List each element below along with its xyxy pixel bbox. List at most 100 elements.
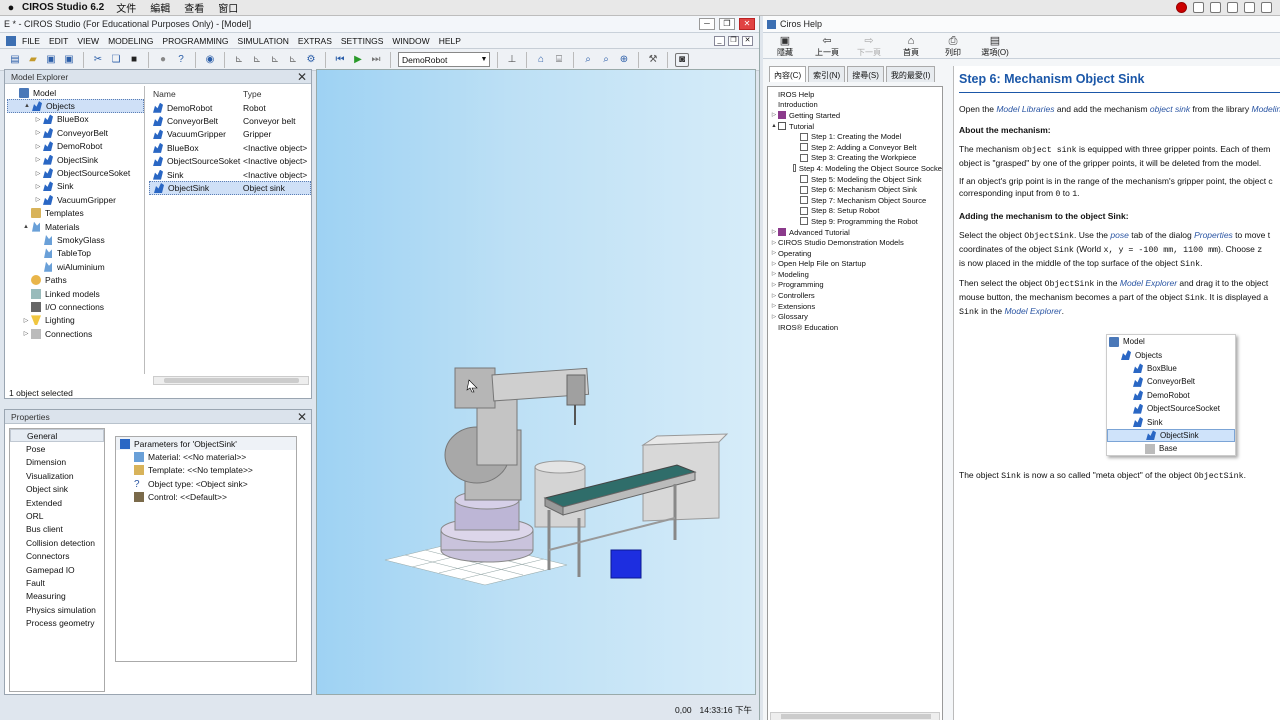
table-row[interactable]: BlueBox <Inactive object> bbox=[149, 141, 311, 154]
toc-item[interactable]: ▷ Open Help File on Startup bbox=[768, 259, 942, 270]
table-row[interactable]: VacuumGripper Gripper bbox=[149, 128, 311, 141]
toc-scrollbar[interactable] bbox=[770, 712, 940, 720]
tree-item[interactable]: Model bbox=[7, 86, 144, 99]
toc-item[interactable]: ▷ Modeling bbox=[768, 269, 942, 280]
table-row[interactable]: DemoRobot Robot bbox=[149, 101, 311, 114]
toc-item[interactable]: ▷ Controllers bbox=[768, 290, 942, 301]
property-category[interactable]: Extended bbox=[10, 496, 104, 509]
sphere-view-icon[interactable]: ◉ bbox=[203, 53, 217, 67]
toc-item[interactable]: Introduction bbox=[768, 100, 942, 111]
axis2-icon[interactable]: ⊾ bbox=[250, 53, 264, 67]
expander-icon[interactable]: ▷ bbox=[33, 183, 43, 190]
step-icon[interactable]: ⏭ bbox=[369, 53, 383, 67]
toc-item[interactable]: Step 3: Creating the Workpiece bbox=[768, 153, 942, 164]
help-toolbar-button[interactable]: ⌂ 首頁 bbox=[897, 33, 925, 58]
property-category[interactable]: Bus client bbox=[10, 523, 104, 536]
link-modeling[interactable]: Modeling bbox=[1252, 104, 1280, 114]
tree-item[interactable]: SmokyGlass bbox=[7, 233, 144, 246]
zoom-icon[interactable]: ⊕ bbox=[617, 53, 631, 67]
mdi-close-button[interactable]: ✕ bbox=[742, 35, 753, 46]
axis-icon[interactable]: ⊾ bbox=[232, 53, 246, 67]
mdi-restore-button[interactable]: ❐ bbox=[728, 35, 739, 46]
toc-item[interactable]: ▷ Operating bbox=[768, 248, 942, 259]
robot-select[interactable]: DemoRobot ▼ bbox=[398, 52, 490, 67]
mac-menu-view[interactable]: 查看 bbox=[184, 0, 204, 15]
toc-item[interactable]: Step 6: Mechanism Object Sink bbox=[768, 184, 942, 195]
property-category[interactable]: Pose bbox=[10, 442, 104, 455]
property-category[interactable]: Connectors bbox=[10, 550, 104, 563]
expander-icon[interactable]: ▷ bbox=[33, 129, 43, 136]
table-row[interactable]: ConveyorBelt Conveyor belt bbox=[149, 114, 311, 127]
help-toolbar-button[interactable]: ▤ 選項(O) bbox=[981, 33, 1009, 58]
toc-item[interactable]: Step 1: Creating the Model bbox=[768, 131, 942, 142]
tab-favorites[interactable]: 我的最愛(I) bbox=[885, 66, 936, 82]
tree-item[interactable]: ▷ Sink bbox=[7, 180, 144, 193]
column-name[interactable]: Name bbox=[149, 89, 243, 101]
table-row[interactable]: ObjectSink Object sink bbox=[149, 181, 311, 195]
transform-icon[interactable]: ⚙ bbox=[304, 53, 318, 67]
help-toolbar-button[interactable]: ⇦ 上一頁 bbox=[813, 33, 841, 58]
app-name[interactable]: CIROS Studio 6.2 bbox=[22, 2, 104, 13]
tree-item[interactable]: ▷ Connections bbox=[7, 327, 144, 340]
expander-icon[interactable]: ▷ bbox=[33, 143, 43, 150]
expander-icon[interactable]: ▷ bbox=[770, 303, 778, 309]
tab-index[interactable]: 索引(N) bbox=[808, 66, 846, 82]
expander-icon[interactable]: ▲ bbox=[770, 123, 778, 129]
tree-item[interactable]: ▷ Lighting bbox=[7, 314, 144, 327]
toc-item[interactable]: IROS® Education bbox=[768, 322, 942, 333]
reset-icon[interactable]: ⏮ bbox=[333, 53, 347, 67]
toc-item[interactable]: ▷ Advanced Tutorial bbox=[768, 227, 942, 238]
expander-icon[interactable]: ▷ bbox=[770, 314, 778, 320]
help-toolbar-button[interactable]: ⇨ 下一頁 bbox=[855, 33, 883, 58]
maximize-button[interactable]: ❐ bbox=[719, 18, 735, 30]
toc-item[interactable]: ▷ Getting Started bbox=[768, 110, 942, 121]
save-all-icon[interactable]: ▣ bbox=[62, 53, 76, 67]
toc-item[interactable]: ▷ CIROS Studio Demonstration Models bbox=[768, 237, 942, 248]
menu-window[interactable]: WINDOW bbox=[392, 36, 429, 46]
expander-icon[interactable]: ▷ bbox=[770, 112, 778, 118]
program-icon[interactable]: ⌂ bbox=[534, 53, 548, 67]
property-category[interactable]: Collision detection bbox=[10, 536, 104, 549]
property-category[interactable]: Visualization bbox=[10, 469, 104, 482]
search-icon[interactable]: ⌕ bbox=[581, 53, 595, 67]
link-object-sink[interactable]: object sink bbox=[1150, 104, 1190, 114]
param-object-type[interactable]: ? Object type: <Object sink> bbox=[116, 477, 296, 490]
tree-item[interactable]: Paths bbox=[7, 273, 144, 286]
toc-item[interactable]: ▷ Extensions bbox=[768, 301, 942, 312]
tree-item[interactable]: Linked models bbox=[7, 287, 144, 300]
tree-item[interactable]: ▲ Materials bbox=[7, 220, 144, 233]
mdi-minimize-button[interactable]: _ bbox=[714, 35, 725, 46]
tree-item[interactable]: wiAluminium bbox=[7, 260, 144, 273]
play-icon[interactable]: ▶ bbox=[351, 53, 365, 67]
axis4-icon[interactable]: ⊾ bbox=[286, 53, 300, 67]
tree-item[interactable]: ▷ ConveyorBelt bbox=[7, 126, 144, 139]
expander-icon[interactable]: ▷ bbox=[770, 250, 778, 256]
column-type[interactable]: Type bbox=[243, 89, 261, 101]
property-category[interactable]: Gamepad IO bbox=[10, 563, 104, 576]
property-category[interactable]: Object sink bbox=[10, 483, 104, 496]
list-scrollbar[interactable] bbox=[153, 376, 309, 385]
status-clipboard-icon[interactable] bbox=[1210, 2, 1221, 13]
link-properties[interactable]: Properties bbox=[1194, 230, 1233, 240]
menu-help[interactable]: HELP bbox=[439, 36, 461, 46]
toc-item[interactable]: Step 9: Programming the Robot bbox=[768, 216, 942, 227]
property-category[interactable]: Measuring bbox=[10, 590, 104, 603]
mac-menu-file[interactable]: 文件 bbox=[116, 0, 136, 15]
menu-programming[interactable]: PROGRAMMING bbox=[162, 36, 228, 46]
close-icon[interactable]: ✕ bbox=[297, 71, 307, 83]
expander-icon[interactable]: ▲ bbox=[21, 224, 31, 230]
help-toolbar-button[interactable]: ⎙ 列印 bbox=[939, 33, 967, 58]
toc-item[interactable]: ▲ Tutorial bbox=[768, 121, 942, 132]
expander-icon[interactable]: ▷ bbox=[770, 271, 778, 277]
toc-item[interactable]: Step 5: Modeling the Object Sink bbox=[768, 174, 942, 185]
expander-icon[interactable]: ▷ bbox=[33, 170, 43, 177]
toc-item[interactable]: ▷ Glossary bbox=[768, 311, 942, 322]
tree-item[interactable]: TableTop bbox=[7, 247, 144, 260]
toc-item[interactable]: ▷ Programming bbox=[768, 280, 942, 291]
tree-item[interactable]: ▷ ObjectSourceSoket bbox=[7, 166, 144, 179]
property-category[interactable]: Fault bbox=[10, 576, 104, 589]
expander-icon[interactable]: ▷ bbox=[21, 317, 31, 324]
link-model-explorer[interactable]: Model Explorer bbox=[1120, 278, 1177, 288]
menu-edit[interactable]: EDIT bbox=[49, 36, 68, 46]
3d-viewport[interactable] bbox=[316, 69, 756, 695]
